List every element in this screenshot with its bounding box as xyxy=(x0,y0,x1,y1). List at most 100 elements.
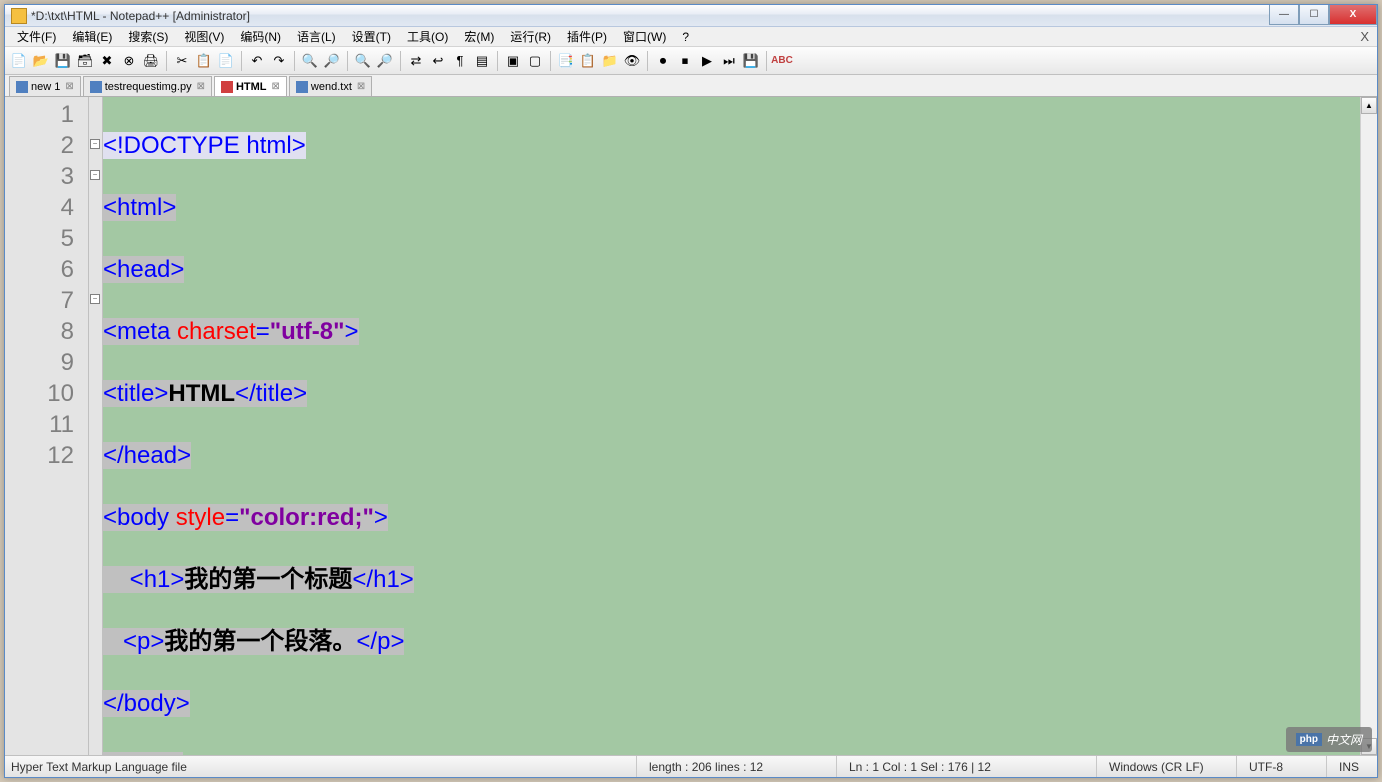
menu-file[interactable]: 文件(F) xyxy=(9,26,64,47)
menu-tools[interactable]: 工具(O) xyxy=(399,26,456,47)
toolbar-sep xyxy=(647,51,648,71)
line-number: 11 xyxy=(5,409,74,440)
menubar: 文件(F) 编辑(E) 搜索(S) 视图(V) 编码(N) 语言(L) 设置(T… xyxy=(5,27,1377,47)
toolbar-sep xyxy=(400,51,401,71)
window-buttons: — ☐ X xyxy=(1269,5,1377,25)
vertical-scrollbar[interactable]: ▲ ▼ xyxy=(1360,97,1377,755)
line-number: 3 xyxy=(5,161,74,192)
cut-button[interactable]: ✂ xyxy=(172,51,192,71)
replace-button[interactable]: 🔎 xyxy=(322,51,342,71)
file-icon xyxy=(296,81,308,93)
toolbar-sep xyxy=(550,51,551,71)
menu-macro[interactable]: 宏(M) xyxy=(456,26,502,47)
folder-button[interactable]: 📁 xyxy=(600,51,620,71)
menu-window[interactable]: 窗口(W) xyxy=(615,26,674,47)
line-number: 6 xyxy=(5,254,74,285)
line-number: 4 xyxy=(5,192,74,223)
editor-area: 1 2 3 4 5 6 7 8 9 10 11 12 − − − <!DOCTY… xyxy=(5,97,1377,755)
zoom-out-button[interactable]: 🔎 xyxy=(375,51,395,71)
minimize-button[interactable]: — xyxy=(1269,5,1299,25)
code-token: </head> xyxy=(103,442,191,469)
code-editor[interactable]: <!DOCTYPE html> <html> <head> <meta char… xyxy=(103,97,1360,755)
line-number: 5 xyxy=(5,223,74,254)
zoom-in-button[interactable]: 🔍 xyxy=(353,51,373,71)
open-file-button[interactable]: 📂 xyxy=(31,51,51,71)
watermark-text: 中文网 xyxy=(1326,731,1362,748)
toolbar-sep xyxy=(497,51,498,71)
scroll-track[interactable] xyxy=(1361,114,1377,738)
status-length: length : 206 lines : 12 xyxy=(637,756,837,777)
undo-button[interactable]: ↶ xyxy=(247,51,267,71)
wrap-button[interactable]: ↩ xyxy=(428,51,448,71)
fold-toggle[interactable]: − xyxy=(90,170,100,180)
menu-search[interactable]: 搜索(S) xyxy=(120,26,176,47)
menu-run[interactable]: 运行(R) xyxy=(502,26,559,47)
tab-wend[interactable]: wend.txt ⊠ xyxy=(289,76,372,96)
toolbar-sep xyxy=(241,51,242,71)
code-token: <html> xyxy=(103,194,176,221)
code-token: "color:red;" xyxy=(239,504,374,531)
show-all-button[interactable]: ¶ xyxy=(450,51,470,71)
status-filetype: Hyper Text Markup Language file xyxy=(5,756,637,777)
tab-close-icon[interactable]: ⊠ xyxy=(357,81,365,92)
redo-button[interactable]: ↷ xyxy=(269,51,289,71)
maximize-button[interactable]: ☐ xyxy=(1299,5,1329,25)
fold-toggle[interactable]: − xyxy=(90,139,100,149)
unfold-all-button[interactable]: ▢ xyxy=(525,51,545,71)
find-button[interactable]: 🔍 xyxy=(300,51,320,71)
tab-label: wend.txt xyxy=(311,81,352,93)
tab-close-icon[interactable]: ⊠ xyxy=(272,81,280,92)
menu-edit[interactable]: 编辑(E) xyxy=(64,26,120,47)
indent-guide-button[interactable]: ▤ xyxy=(472,51,492,71)
stop-button[interactable]: ⏹ xyxy=(675,51,695,71)
code-token: <title> xyxy=(103,380,168,407)
menubar-close-icon[interactable]: X xyxy=(1360,29,1369,44)
play-button[interactable]: ▶ xyxy=(697,51,717,71)
tab-label: new 1 xyxy=(31,81,60,93)
tab-close-icon[interactable]: ⊠ xyxy=(65,81,73,92)
sync-button[interactable]: ⇄ xyxy=(406,51,426,71)
close-file-button[interactable]: ✖ xyxy=(97,51,117,71)
record-button[interactable]: ⏺ xyxy=(653,51,673,71)
save-button[interactable]: 💾 xyxy=(53,51,73,71)
tab-html[interactable]: HTML ⊠ xyxy=(214,76,287,96)
code-token: <!DOCTYPE html> xyxy=(103,132,306,159)
code-token: </body> xyxy=(103,690,190,717)
doc-map-button[interactable]: 📑 xyxy=(556,51,576,71)
close-button[interactable]: X xyxy=(1329,5,1377,25)
titlebar[interactable]: *D:\txt\HTML - Notepad++ [Administrator]… xyxy=(5,5,1377,27)
app-icon xyxy=(11,8,27,24)
copy-button[interactable]: 📋 xyxy=(194,51,214,71)
line-number: 9 xyxy=(5,347,74,378)
line-number: 10 xyxy=(5,378,74,409)
tab-new1[interactable]: new 1 ⊠ xyxy=(9,76,81,96)
tab-label: HTML xyxy=(236,81,267,93)
fold-all-button[interactable]: ▣ xyxy=(503,51,523,71)
play-multi-button[interactable]: ⏭ xyxy=(719,51,739,71)
menu-language[interactable]: 语言(L) xyxy=(289,26,344,47)
spellcheck-button[interactable]: ABC xyxy=(772,51,792,71)
print-button[interactable]: 🖨 xyxy=(141,51,161,71)
paste-button[interactable]: 📄 xyxy=(216,51,236,71)
menu-view[interactable]: 视图(V) xyxy=(176,26,232,47)
app-window: *D:\txt\HTML - Notepad++ [Administrator]… xyxy=(4,4,1378,778)
menu-help[interactable]: ? xyxy=(674,28,697,46)
scroll-up-button[interactable]: ▲ xyxy=(1361,97,1377,114)
new-file-button[interactable]: 📄 xyxy=(9,51,29,71)
fold-toggle[interactable]: − xyxy=(90,294,100,304)
tab-close-icon[interactable]: ⊠ xyxy=(197,81,205,92)
menu-encoding[interactable]: 编码(N) xyxy=(232,26,289,47)
func-list-button[interactable]: 📋 xyxy=(578,51,598,71)
tab-testrequestimg[interactable]: testrequestimg.py⊠ xyxy=(83,76,212,96)
menu-plugins[interactable]: 插件(P) xyxy=(559,26,615,47)
line-number: 12 xyxy=(5,440,74,471)
menu-settings[interactable]: 设置(T) xyxy=(344,26,399,47)
status-position: Ln : 1 Col : 1 Sel : 176 | 12 xyxy=(837,756,1097,777)
title-text: *D:\txt\HTML - Notepad++ [Administrator] xyxy=(31,9,250,23)
save-all-button[interactable]: 🗃 xyxy=(75,51,95,71)
code-token: 我的第一个标题 xyxy=(184,566,352,593)
code-token: <head> xyxy=(103,256,184,283)
monitor-button[interactable]: 👁 xyxy=(622,51,642,71)
close-all-button[interactable]: ⊗ xyxy=(119,51,139,71)
save-macro-button[interactable]: 💾 xyxy=(741,51,761,71)
